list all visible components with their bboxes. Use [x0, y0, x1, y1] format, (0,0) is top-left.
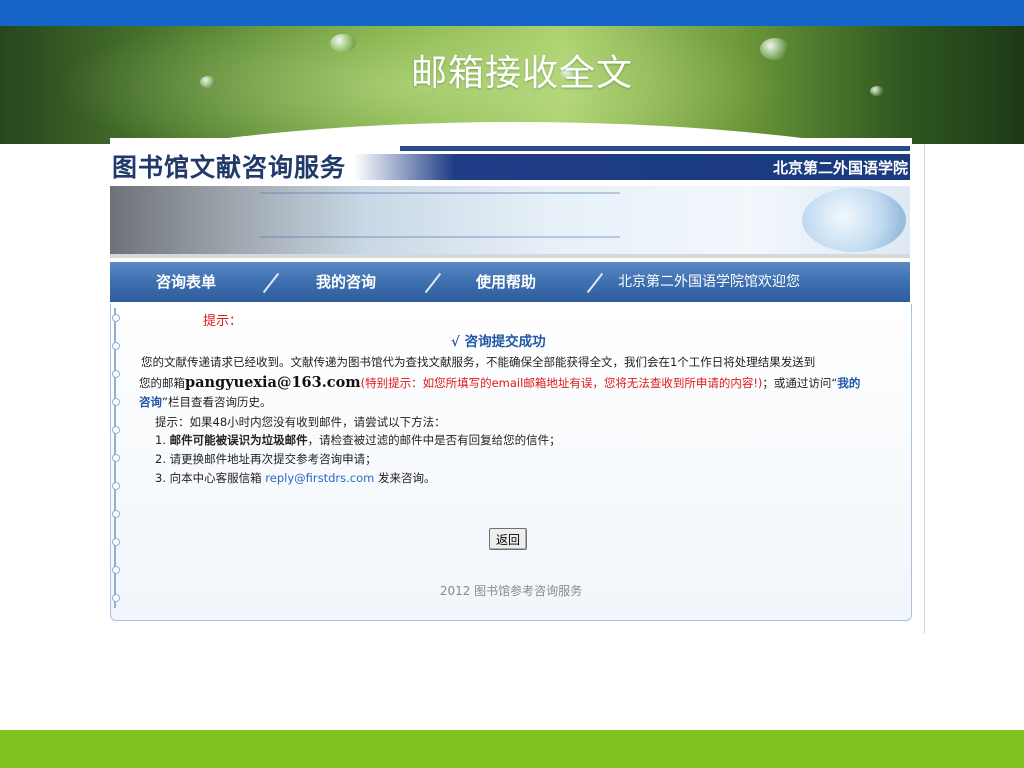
site-header: 图书馆文献咨询服务 北京第二外国语学院 [110, 138, 912, 258]
my-query-link[interactable]: 咨询 [139, 395, 162, 409]
user-email: pangyuexia@163.com [185, 374, 361, 391]
tip-text: 2. 请更换邮件地址再次提交参考咨询申请； [155, 452, 377, 466]
nav-item-query-form[interactable]: 咨询表单 [156, 262, 216, 302]
top-color-bar [0, 0, 1024, 26]
school-name: 北京第二外国语学院 [772, 159, 908, 177]
header-stripe [400, 146, 910, 151]
site-logo: 图书馆文献咨询服务 [112, 153, 347, 182]
page-footer: 2012 图书馆参考咨询服务 [439, 584, 583, 598]
ring-icon [112, 566, 120, 574]
hint-label: 提示： [203, 314, 243, 329]
return-button[interactable]: 返回 [489, 528, 528, 550]
tips-intro: 提示：如果48小时内您没有收到邮件，请尝试以下方法： [155, 415, 446, 429]
ring-icon [112, 426, 120, 434]
header-graphic [110, 186, 910, 254]
ring-icon [112, 342, 120, 350]
service-email-link[interactable]: reply@firstdrs.com [265, 471, 374, 485]
nav-separator [424, 272, 442, 294]
notice-line: 您的文献传递请求已经收到。文献传递为图书馆代为查找文献服务，不能确保全部能获得全… [141, 355, 816, 369]
header-divider [110, 254, 910, 258]
ring-icon [112, 510, 120, 518]
ring-icon [112, 538, 120, 546]
result-panel: 提示： √ 咨询提交成功 您的文献传递请求已经收到。文献传递为图书馆代为查找文献… [110, 304, 912, 621]
nav-item-my-queries[interactable]: 我的咨询 [316, 262, 376, 302]
history-text: ”栏目查看咨询历史。 [162, 395, 272, 409]
slide-title: 邮箱接收全文 [410, 53, 633, 94]
ring-icon [112, 370, 120, 378]
via-text: ；或通过访问“ [762, 376, 838, 390]
globe-graphic [802, 188, 906, 252]
main-nav: 咨询表单 我的咨询 使用帮助 北京第二外国语学院馆欢迎您 [110, 262, 910, 302]
nav-welcome-text: 北京第二外国语学院馆欢迎您 [618, 274, 800, 290]
my-query-link[interactable]: 我的 [837, 376, 860, 390]
tip-number: 1. [155, 433, 170, 447]
embedded-web-page: 图书馆文献咨询服务 北京第二外国语学院 咨询表单 我的咨询 使用帮助 北京第二外… [110, 138, 912, 622]
tip-text: 3. 向本中心客服信箱 [155, 471, 262, 485]
tip-text: 发来咨询。 [378, 471, 436, 485]
nav-separator [586, 272, 604, 294]
ring-icon [112, 398, 120, 406]
bottom-color-bar [0, 730, 1024, 768]
ring-icon [112, 314, 120, 322]
nav-item-help[interactable]: 使用帮助 [476, 262, 536, 302]
divider [924, 144, 925, 634]
nav-separator [262, 272, 280, 294]
email-warning: (特别提示：如您所填写的email邮箱地址有误，您将无法查收到所申请的内容!) [360, 376, 763, 390]
ring-icon [112, 482, 120, 490]
circuit-graphic [260, 192, 620, 238]
binder-spine [112, 308, 120, 608]
mailbox-prefix: 您的邮箱 [139, 376, 185, 390]
tip-bold-text: 邮件可能被误识为垃圾邮件 [169, 433, 308, 447]
success-message: √ 咨询提交成功 [451, 334, 546, 350]
ring-icon [112, 454, 120, 462]
tip-text: ，请检查被过滤的邮件中是否有回复给您的信件； [307, 433, 561, 447]
